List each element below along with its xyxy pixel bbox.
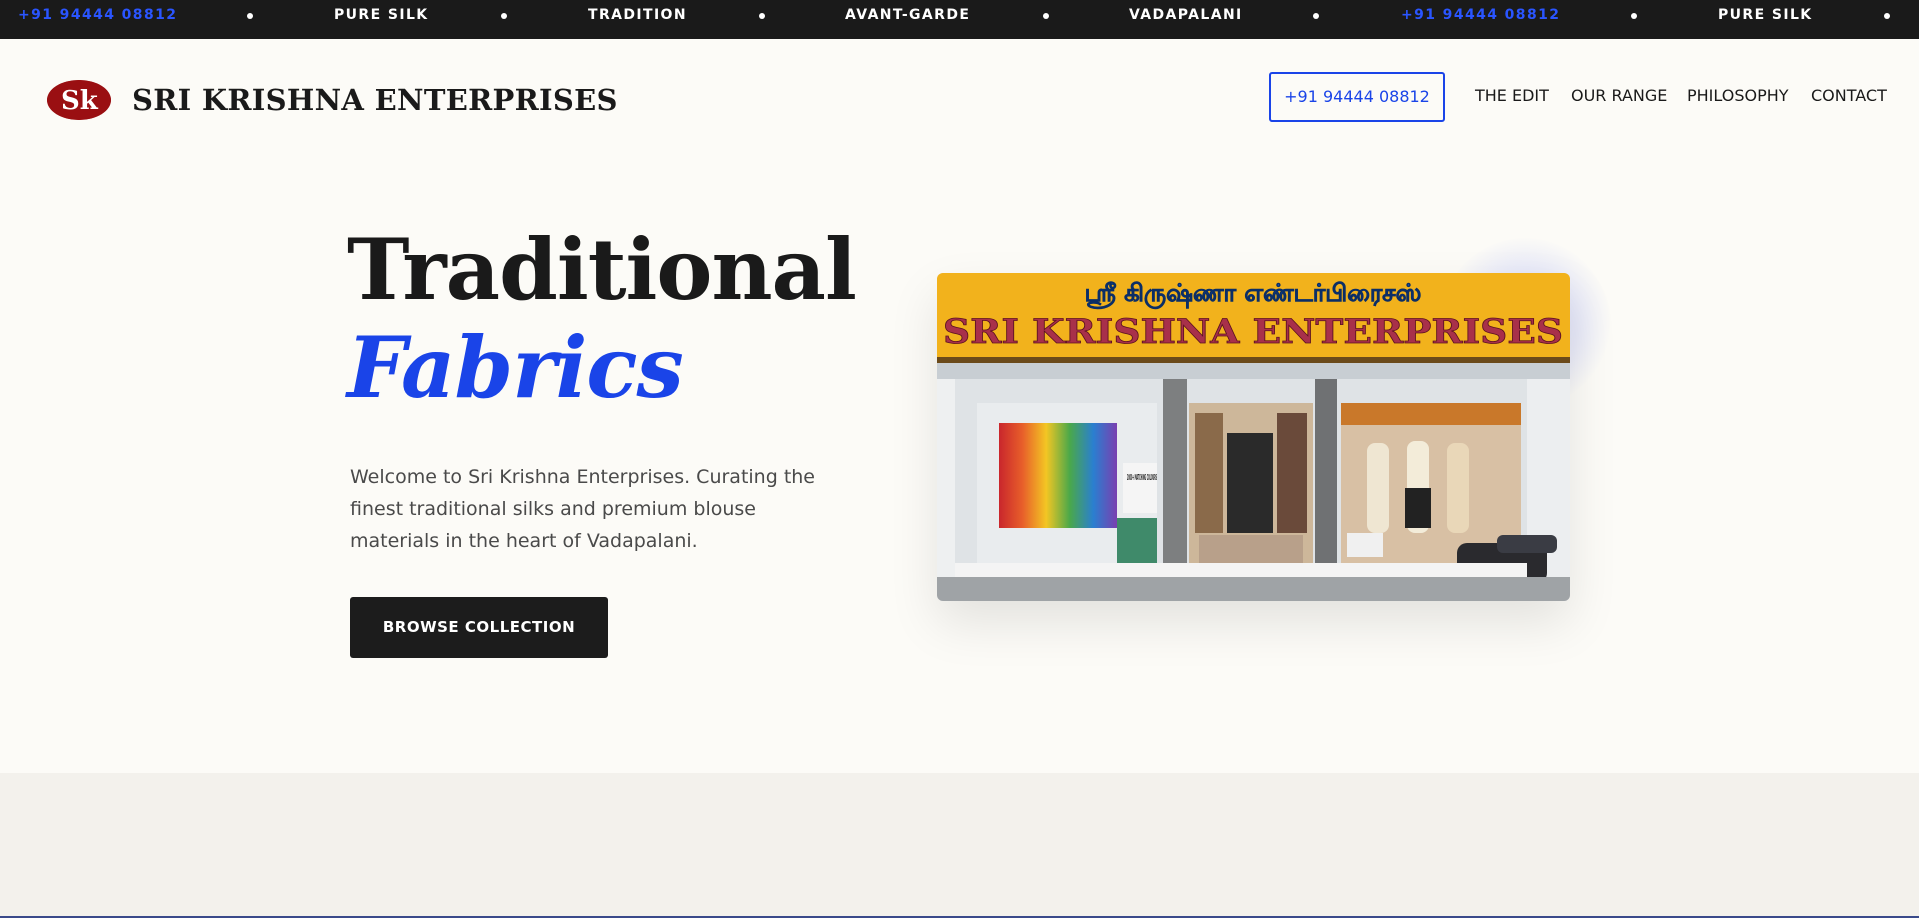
phone-button[interactable]: +91 94444 08812 bbox=[1269, 72, 1445, 122]
logo-icon[interactable]: Sk bbox=[47, 80, 111, 120]
sign-english-text: SRI KRISHNA ENTERPRISES bbox=[943, 312, 1563, 352]
hero-title-line2: Fabrics bbox=[347, 318, 684, 417]
top-ticker: +91 94444 08812 PURE SILK TRADITION AVAN… bbox=[0, 0, 1919, 39]
sign-tamil-text: ஸ்ரீ கிருஷ்ணா எண்டர்பிரைசஸ் bbox=[1085, 279, 1422, 309]
nav-link-the-edit[interactable]: THE EDIT bbox=[1475, 86, 1549, 106]
ticker-item: PURE SILK bbox=[1718, 7, 1813, 23]
ticker-separator bbox=[1313, 13, 1319, 19]
ticker-separator bbox=[247, 13, 253, 19]
ticker-item: VADAPALANI bbox=[1129, 7, 1243, 23]
browse-collection-button[interactable]: BROWSE COLLECTION bbox=[350, 597, 608, 658]
logo-letter: Sk bbox=[61, 86, 99, 116]
hero-title-line1: Traditional bbox=[347, 220, 857, 319]
nav-link-philosophy[interactable]: PHILOSOPHY bbox=[1687, 86, 1789, 106]
hero-description: Welcome to Sri Krishna Enterprises. Cura… bbox=[350, 466, 815, 552]
nav-link-contact[interactable]: CONTACT bbox=[1811, 86, 1887, 106]
ticker-separator bbox=[501, 13, 507, 19]
next-section-band bbox=[0, 773, 1919, 918]
ticker-item: PURE SILK bbox=[334, 7, 429, 23]
ticker-separator bbox=[759, 13, 765, 19]
ticker-separator bbox=[1043, 13, 1049, 19]
ticker-separator bbox=[1884, 13, 1890, 19]
ticker-phone[interactable]: +91 94444 08812 bbox=[18, 0, 177, 39]
store-front-image: ஸ்ரீ கிருஷ்ணா எண்டர்பிரைசஸ் SRI KRISHNA … bbox=[937, 273, 1570, 601]
nav-link-our-range[interactable]: OUR RANGE bbox=[1571, 86, 1667, 106]
brand-name[interactable]: SRI KRISHNA ENTERPRISES bbox=[132, 80, 618, 120]
ticker-phone[interactable]: +91 94444 08812 bbox=[1401, 0, 1560, 39]
ticker-separator bbox=[1631, 13, 1637, 19]
ticker-item: AVANT-GARDE bbox=[845, 7, 971, 23]
ticker-item: TRADITION bbox=[588, 7, 687, 23]
window-label: 2000+ MATCHING COLOURS bbox=[1127, 473, 1157, 482]
